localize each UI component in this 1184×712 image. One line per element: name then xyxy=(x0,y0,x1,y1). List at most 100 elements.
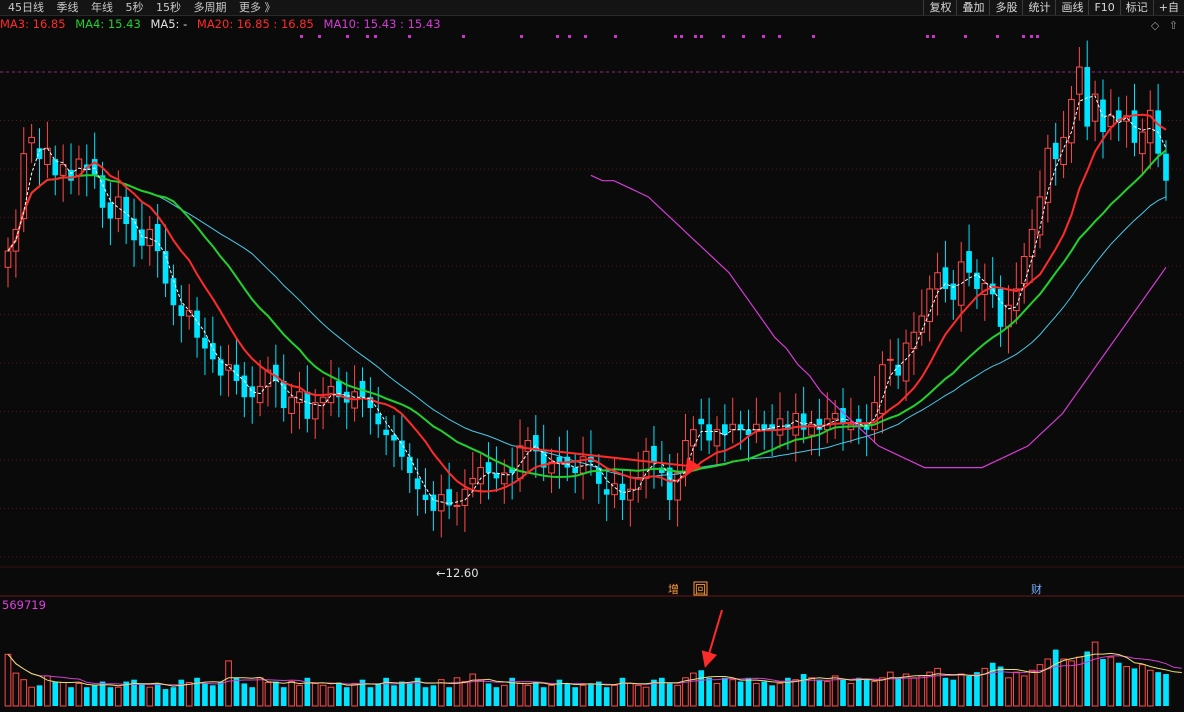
volume-bar-down xyxy=(375,683,382,706)
event-marker xyxy=(374,35,377,38)
candle-body-down xyxy=(1163,153,1169,181)
volume-bar-up xyxy=(1028,669,1036,707)
volume-bar-up xyxy=(319,684,327,707)
volume-bar-up xyxy=(1107,656,1115,707)
candle-body-up xyxy=(634,477,642,490)
volume-bar-down xyxy=(36,685,43,706)
volume-bar-up xyxy=(776,682,784,707)
volume-bar-down xyxy=(532,681,539,706)
candle-body-up xyxy=(902,342,910,382)
candle-body-up xyxy=(28,136,35,144)
volume-bar-down xyxy=(863,679,870,706)
event-marker xyxy=(926,35,929,38)
volume-bar-up xyxy=(264,682,272,707)
candle-body-down xyxy=(406,456,413,473)
candle-body-down xyxy=(942,267,949,289)
volume-bar-up xyxy=(461,681,469,707)
volume-bar-up xyxy=(469,673,477,707)
volume-bar-down xyxy=(595,681,602,706)
event-marker xyxy=(762,35,765,38)
candle-body-down xyxy=(170,278,177,306)
candlestick-series xyxy=(4,40,1169,538)
volume-value: 569719 xyxy=(2,598,46,612)
candle-body-down xyxy=(422,494,429,501)
trend-annotations xyxy=(515,446,723,668)
event-marker xyxy=(1030,35,1033,38)
volume-bar-down xyxy=(737,681,744,706)
volume-bar-up xyxy=(674,684,681,707)
candle-body-up xyxy=(461,488,469,506)
candle-body-up xyxy=(1036,196,1044,236)
volume-bar-up xyxy=(690,672,697,707)
candle-body-up xyxy=(934,272,941,290)
candle-body-down xyxy=(154,224,161,252)
event-badge-cai[interactable]: 财 xyxy=(1031,582,1042,596)
event-marker xyxy=(700,35,703,38)
volume-bar-down xyxy=(800,674,807,706)
candle-body-up xyxy=(1076,66,1083,95)
candle-body-down xyxy=(162,251,169,284)
volume-bar-up xyxy=(611,684,618,707)
volume-bar-down xyxy=(989,662,996,706)
event-badge-zeng[interactable]: 增 xyxy=(668,582,679,596)
candle-body-down xyxy=(68,169,74,181)
volume-bar-down xyxy=(1115,662,1122,706)
volume-bar-down xyxy=(942,677,949,706)
event-marker xyxy=(556,35,559,38)
event-dot-markers xyxy=(300,35,1039,38)
volume-bar-down xyxy=(273,681,279,706)
volume-bar-down xyxy=(83,687,90,706)
stock-chart-window: 45日线 季线 年线 5秒 15秒 多周期 更多 》 复权 叠加 多股 统计 画… xyxy=(0,0,1184,712)
event-marker xyxy=(674,35,677,38)
volume-bar-up xyxy=(75,682,83,707)
volume-bar-down xyxy=(249,687,256,706)
trend-arrow-volume xyxy=(701,609,723,668)
volume-bar-up xyxy=(871,681,878,707)
volume-bar-up xyxy=(1068,660,1075,707)
volume-bar-up xyxy=(516,682,524,707)
volume-bar-down xyxy=(745,677,752,706)
candle-body-down xyxy=(485,462,492,473)
candle-body-up xyxy=(516,445,524,479)
volume-bar-down xyxy=(855,677,862,706)
event-marker xyxy=(680,35,683,38)
volume-bar-up xyxy=(1091,641,1099,707)
volume-bar-down xyxy=(233,677,240,706)
candle-body-down xyxy=(698,418,705,425)
candle-body-up xyxy=(296,391,303,404)
volume-bar-down xyxy=(391,685,397,706)
volume-bar-down xyxy=(974,672,980,706)
volume-bar-down xyxy=(107,687,114,706)
candle-body-up xyxy=(311,402,319,420)
event-marker xyxy=(584,35,587,38)
event-marker xyxy=(1036,35,1039,38)
volume-bar-up xyxy=(957,673,965,707)
candle-body-up xyxy=(524,440,532,452)
volume-bar-down xyxy=(619,677,626,706)
candle-body-up xyxy=(792,412,800,436)
volume-bar-up xyxy=(4,653,12,707)
event-badge-hui[interactable]: 回 xyxy=(695,583,706,596)
volume-bar-down xyxy=(170,687,177,706)
candle-body-down xyxy=(430,494,437,511)
chart-canvas[interactable]: ←12.60 增 回 财 xyxy=(0,0,1184,712)
volume-bar-up xyxy=(1012,671,1020,707)
volume-bar-up xyxy=(634,684,642,707)
candle-body-up xyxy=(319,396,327,404)
candle-body-up xyxy=(1139,131,1146,155)
volume-bar-down xyxy=(1163,674,1169,706)
volume-bar-up xyxy=(831,675,839,707)
volume-bar-up xyxy=(114,686,122,707)
volume-bar-down xyxy=(280,687,287,706)
volume-bar-up xyxy=(185,682,193,707)
low-price-label: ←12.60 xyxy=(436,566,479,580)
volume-bar-down xyxy=(343,687,350,706)
volume-bar-down xyxy=(399,681,405,706)
candle-body-down xyxy=(202,337,208,349)
volume-bar-down xyxy=(162,689,169,706)
volume-bar-up xyxy=(296,684,303,707)
candle-body-down xyxy=(666,467,673,501)
candle-body-up xyxy=(4,250,12,268)
candle-body-down xyxy=(399,440,405,457)
event-marker xyxy=(614,35,617,38)
